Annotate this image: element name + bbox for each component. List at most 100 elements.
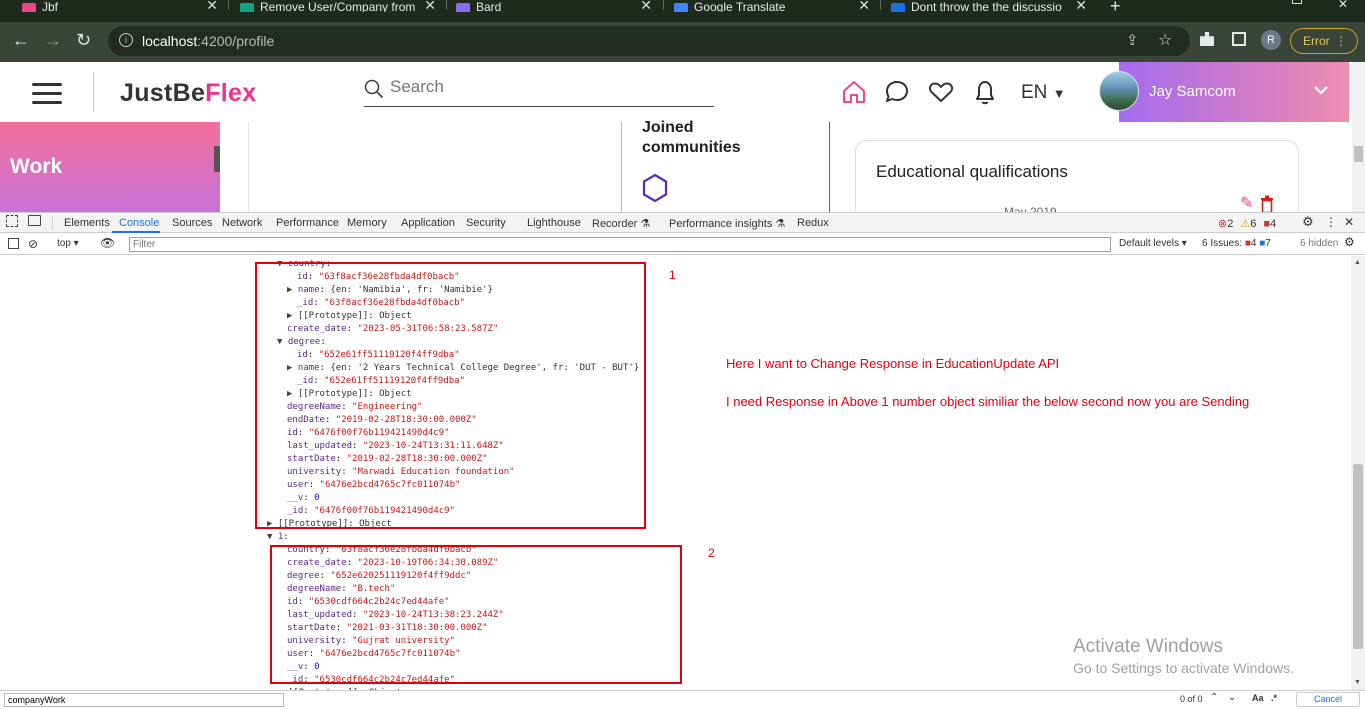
language-selector[interactable]: EN ▼	[1021, 82, 1066, 104]
clear-console-icon[interactable]: ⊘	[28, 237, 38, 251]
error-badge[interactable]: Error ⋮	[1290, 28, 1358, 54]
tab-lighthouse[interactable]: Lighthouse	[527, 217, 581, 229]
edit-pencil-icon[interactable]: ✎	[1240, 193, 1253, 213]
next-match-icon[interactable]: ⌄	[1228, 692, 1236, 703]
close-icon[interactable]: ✕	[858, 0, 870, 12]
close-icon[interactable]: ✕	[424, 0, 436, 12]
match-case-toggle[interactable]: Aa	[1252, 693, 1264, 703]
browser-tab-discussion[interactable]: Dont throw the the discussio ✕	[891, 0, 1087, 12]
sidebar-toggle-icon[interactable]	[8, 238, 19, 249]
close-icon[interactable]: ✕	[206, 0, 218, 12]
joined-communities-title: Joined communities	[642, 119, 741, 156]
warning-icon: ⚠	[1240, 218, 1251, 230]
warnings-count: 6	[1250, 218, 1257, 230]
tab-performance-insights[interactable]: Performance insights ⚗	[669, 217, 785, 230]
console-sep: :	[283, 532, 289, 542]
settings-gear-icon[interactable]: ⚙	[1302, 214, 1314, 230]
page-scrollbar[interactable]	[1352, 62, 1365, 212]
hamburger-menu-icon[interactable]	[32, 83, 62, 104]
tab-console[interactable]: Console	[119, 217, 159, 229]
close-icon[interactable]: ✕	[640, 0, 652, 12]
cancel-button[interactable]: Cancel	[1296, 692, 1360, 707]
prev-match-icon[interactable]: ⌃	[1210, 692, 1218, 703]
expand-arrow-icon: ▼	[267, 532, 278, 542]
community-hexagon-icon[interactable]	[641, 173, 669, 203]
log-levels-dropdown[interactable]: Default levels ▾	[1119, 238, 1187, 249]
more-options-icon[interactable]: ⋮	[1325, 215, 1337, 229]
site-header: JustBeFlex EN ▼ Jay Samcom	[0, 62, 1365, 122]
chat-icon[interactable]	[884, 79, 910, 105]
brand-logo[interactable]: JustBeFlex	[120, 79, 256, 108]
device-toolbar-icon[interactable]	[28, 215, 41, 226]
side-panel-icon[interactable]	[1232, 32, 1246, 46]
close-icon[interactable]: ✕	[1075, 0, 1087, 12]
context-selector[interactable]: top ▾	[57, 238, 79, 249]
scroll-thumb[interactable]	[1353, 464, 1363, 649]
devtools-counts[interactable]: ⊗2 ⚠6 ■4	[1218, 217, 1276, 230]
tab-security[interactable]: Security	[466, 217, 506, 229]
notification-bell-icon[interactable]	[972, 78, 998, 106]
address-bar[interactable]: i localhost:4200/profile ⇪ ☆	[108, 26, 1190, 56]
forward-icon[interactable]: →	[44, 31, 62, 49]
extensions-icon[interactable]	[1200, 32, 1214, 46]
restore-window-icon[interactable]	[1292, 0, 1302, 4]
search-bar	[364, 75, 714, 107]
tab-network[interactable]: Network	[222, 217, 262, 229]
new-tab-icon[interactable]: +	[1110, 0, 1121, 17]
reload-icon[interactable]: ↻	[76, 31, 91, 49]
tab-sources[interactable]: Sources	[172, 217, 212, 229]
console-search-input[interactable]	[4, 693, 284, 707]
scroll-down-icon: ▼	[1354, 679, 1361, 686]
site-info-icon[interactable]: i	[119, 33, 133, 47]
console-filter-bar: ⊘ top ▾ 👁 Default levels ▾ 6 Issues: ■4 …	[0, 234, 1365, 255]
scroll-up-icon: ▲	[1354, 259, 1361, 266]
user-name: Jay Samcom	[1149, 83, 1236, 100]
tab-elements[interactable]: Elements	[64, 217, 110, 229]
active-tab-indicator	[112, 231, 160, 233]
search-input[interactable]	[390, 77, 690, 97]
tab-title: Remove User/Company from	[260, 0, 416, 12]
back-icon[interactable]: ←	[12, 31, 30, 49]
heart-icon[interactable]	[928, 80, 954, 104]
content-divider	[248, 122, 249, 212]
context-label: top	[57, 238, 71, 249]
console-settings-gear-icon[interactable]: ⚙	[1344, 235, 1355, 249]
language-label: EN	[1021, 82, 1048, 103]
regex-toggle[interactable]: .*	[1271, 693, 1277, 703]
console-line[interactable]: ▼ 1:	[267, 531, 289, 544]
console-filter-input[interactable]	[129, 237, 1111, 252]
tab-title: Bard	[476, 0, 502, 12]
tab-recorder[interactable]: Recorder ⚗	[592, 217, 650, 230]
home-icon[interactable]	[841, 79, 867, 105]
browser-tab-bard[interactable]: Bard ✕	[456, 0, 652, 12]
address-url: localhost:4200/profile	[142, 33, 275, 49]
tab-application[interactable]: Application	[401, 217, 455, 229]
share-icon[interactable]: ⇪	[1126, 31, 1139, 49]
annotation-box-2	[270, 545, 682, 684]
browser-tab-google-translate[interactable]: Google Translate ✕	[674, 0, 870, 12]
header-divider	[93, 72, 94, 112]
profile-avatar[interactable]: R	[1261, 30, 1281, 50]
bookmark-star-icon[interactable]: ☆	[1158, 30, 1172, 50]
inspect-element-icon[interactable]	[6, 215, 18, 227]
browser-tab-jbf[interactable]: Jbf ✕	[22, 0, 218, 12]
tab-redux[interactable]: Redux	[797, 217, 829, 229]
close-window-icon[interactable]: ✕	[1338, 0, 1348, 11]
console-scrollbar[interactable]: ▲ ▼	[1351, 256, 1365, 690]
issues-counter[interactable]: 6 Issues: ■4 ■7	[1202, 238, 1271, 249]
hidden-count: 6 hidden	[1300, 238, 1339, 249]
panel-handle	[214, 146, 220, 172]
chatgpt-favicon-icon	[240, 3, 254, 12]
tab-memory[interactable]: Memory	[347, 217, 387, 229]
browser-tab-remove-user[interactable]: Remove User/Company from ✕	[240, 0, 436, 12]
live-expression-eye-icon[interactable]: 👁	[100, 236, 115, 250]
chevron-down-icon[interactable]	[1314, 85, 1328, 95]
user-menu[interactable]: Jay Samcom	[1099, 62, 1349, 122]
delete-trash-icon[interactable]	[1260, 195, 1274, 213]
close-devtools-icon[interactable]: ✕	[1344, 215, 1354, 229]
annotation-note-1: Here I want to Change Response in Educat…	[726, 356, 1060, 371]
activate-windows-watermark: Activate Windows Go to Settings to activ…	[1073, 636, 1294, 676]
error-circle-icon: ⊗	[1218, 218, 1228, 230]
tab-performance[interactable]: Performance	[276, 217, 339, 229]
work-panel[interactable]: Work	[0, 122, 220, 212]
